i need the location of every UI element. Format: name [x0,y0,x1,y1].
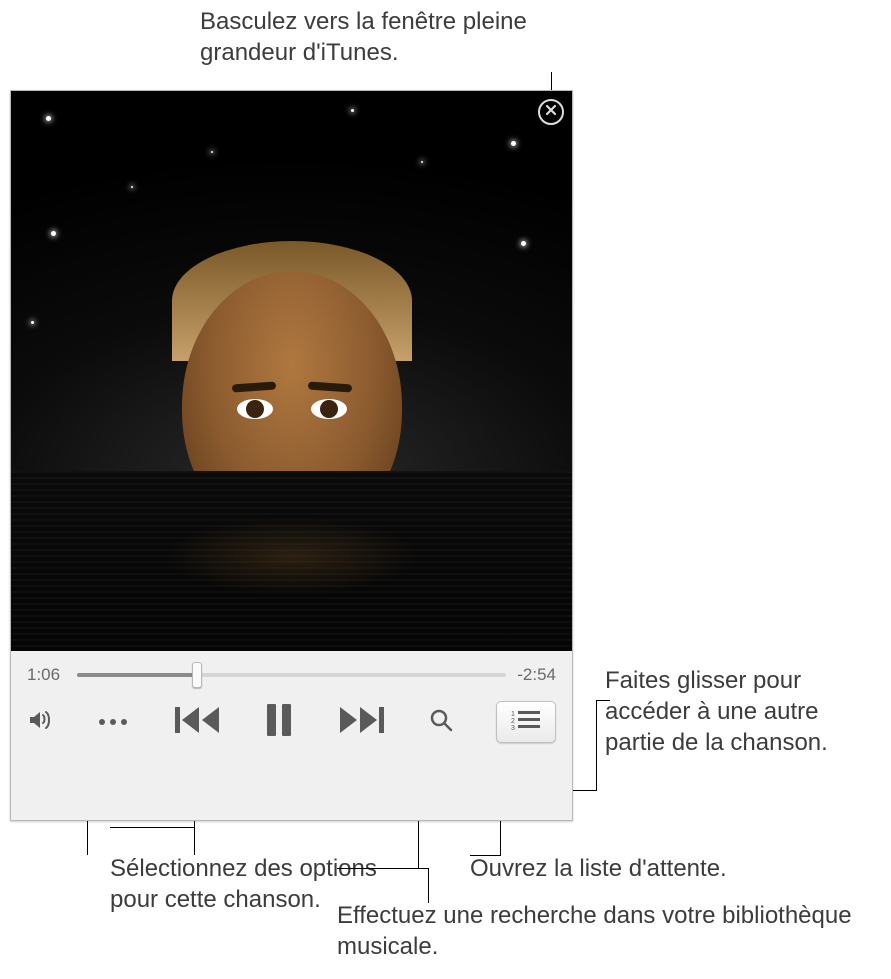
scrubber-track[interactable] [77,673,506,677]
decoration [511,141,516,146]
next-track-button[interactable] [336,703,386,742]
miniplayer-window: 1:06 -2:54 [10,90,573,821]
decoration [11,471,572,651]
close-icon [545,103,557,121]
callout-search: Effectuez une recherche dans votre bibli… [337,900,877,962]
decoration [46,116,51,121]
pause-icon [265,702,293,743]
scrubber-thumb[interactable] [192,662,202,688]
elapsed-time: 1:06 [27,665,67,685]
svg-text:3: 3 [511,725,515,731]
leader-line [87,820,88,855]
leader-line [418,820,419,868]
leader-line [110,827,195,828]
close-miniplayer-button[interactable] [538,99,564,125]
callout-full-window: Basculez vers la fenêtre pleine grandeur… [200,6,580,68]
leader-line [596,700,610,701]
volume-button[interactable] [27,707,53,738]
leader-line [428,868,429,903]
decoration [131,186,133,188]
decoration [51,231,56,236]
leader-line [194,827,195,855]
album-art [11,91,572,651]
decoration [421,161,423,163]
next-track-icon [336,703,386,742]
leader-line [500,820,501,855]
decoration [351,109,354,112]
callout-queue: Ouvrez la liste d'attente. [470,853,870,884]
ellipsis-icon [95,719,131,725]
more-options-button[interactable] [95,719,131,725]
callout-options: Sélectionnez des options pour cette chan… [110,853,410,915]
svg-text:2: 2 [511,718,515,725]
play-pause-button[interactable] [265,702,293,743]
leader-line [596,700,597,791]
leader-line [337,868,429,869]
decoration [211,151,213,153]
up-next-button[interactable]: 123 [496,701,556,743]
remaining-time: -2:54 [516,665,556,685]
queue-list-icon: 123 [511,709,541,736]
playback-controls: 123 [11,691,572,759]
svg-text:1: 1 [511,711,515,718]
previous-track-button[interactable] [173,703,223,742]
callout-scrub: Faites glisser pour accéder à une autre … [605,665,885,759]
leader-line [470,855,501,856]
volume-icon [27,707,53,738]
scrubber-played [77,673,197,677]
search-icon [428,707,454,738]
previous-track-icon [173,703,223,742]
decoration [31,321,34,324]
search-button[interactable] [428,707,454,738]
decoration [521,241,526,246]
progress-row: 1:06 -2:54 [11,651,572,691]
